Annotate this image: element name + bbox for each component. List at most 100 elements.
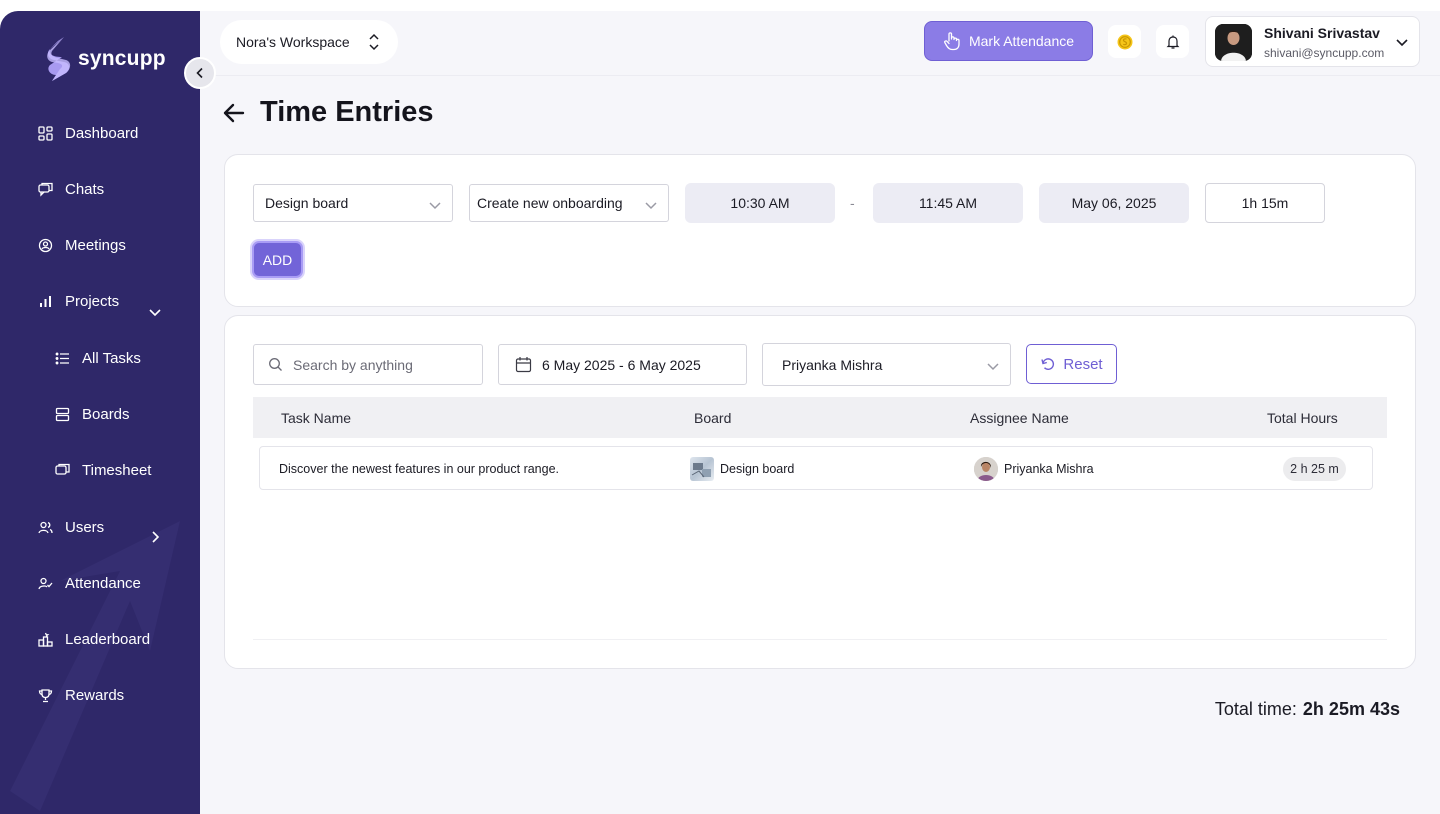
- sidebar-item-boards[interactable]: Boards: [55, 402, 130, 426]
- column-header-total-hours[interactable]: Total Hours: [1267, 410, 1338, 426]
- time-entry-form-card: [224, 154, 1416, 307]
- projects-icon: [38, 294, 53, 309]
- duration-field: 1h 15m: [1205, 183, 1325, 223]
- assignee-filter-value: Priyanka Mishra: [782, 356, 883, 373]
- timesheet-icon: [55, 463, 70, 478]
- attendance-icon: [38, 576, 53, 591]
- sidebar-item-all-tasks[interactable]: All Tasks: [55, 346, 141, 370]
- chat-icon: [38, 182, 53, 197]
- date-field[interactable]: May 06, 2025: [1039, 183, 1189, 223]
- reset-icon: [1041, 358, 1055, 370]
- add-button[interactable]: ADD: [252, 241, 303, 278]
- total-time-label: Total time:: [1214, 699, 1297, 719]
- sidebar-item-label: Leaderboard: [65, 630, 151, 648]
- total-hours-badge: 2 h 25 m: [1283, 457, 1346, 481]
- background-arrow-decoration: [10, 521, 180, 811]
- sidebar-item-dashboard[interactable]: Dashboard: [38, 121, 138, 145]
- chevron-left-icon: [196, 67, 203, 79]
- leaderboard-icon: [38, 632, 53, 647]
- meetings-icon: [38, 238, 53, 253]
- sidebar-item-meetings[interactable]: Meetings: [38, 233, 126, 257]
- board-select-value: Design board: [265, 195, 349, 211]
- sidebar-item-rewards[interactable]: Rewards: [38, 683, 124, 707]
- sidebar-item-label: Users: [65, 518, 105, 536]
- sidebar: syncupp Dashboard Chats Meetings Project…: [0, 11, 200, 814]
- assignee-cell: Priyanka Mishra: [974, 457, 1094, 481]
- start-time-field[interactable]: 10:30 AM: [685, 183, 835, 223]
- board-select[interactable]: Design board: [253, 184, 453, 222]
- sidebar-item-label: Timesheet: [82, 461, 152, 479]
- avatar: [1215, 24, 1252, 61]
- back-arrow-icon[interactable]: [222, 100, 246, 126]
- notifications-button[interactable]: [1156, 25, 1189, 58]
- avatar: [974, 457, 998, 481]
- user-name: Shivani Srivastav: [1264, 25, 1380, 41]
- workspace-name: Nora's Workspace: [236, 34, 350, 50]
- column-header-board[interactable]: Board: [694, 410, 731, 426]
- sidebar-item-label: Boards: [82, 405, 130, 423]
- table-header: Task Name Board Assignee Name Total Hour…: [253, 397, 1387, 438]
- list-icon: [55, 351, 70, 366]
- sidebar-item-timesheet[interactable]: Timesheet: [55, 458, 151, 482]
- users-icon: [38, 520, 53, 535]
- search-icon: [269, 358, 282, 371]
- hand-pointer-icon: [944, 32, 960, 51]
- chevron-down-icon: [1396, 39, 1408, 47]
- sidebar-collapse-button[interactable]: [184, 57, 216, 89]
- mark-attendance-button[interactable]: Mark Attendance: [924, 21, 1093, 61]
- date-range-picker[interactable]: 6 May 2025 - 6 May 2025: [498, 344, 747, 385]
- updown-chevron-icon: [369, 33, 379, 51]
- dashboard-icon: [38, 125, 53, 141]
- calendar-icon: [515, 357, 532, 373]
- assignee-name: Priyanka Mishra: [1004, 462, 1094, 476]
- task-select[interactable]: Create new onboarding: [469, 184, 669, 222]
- user-menu[interactable]: Shivani Srivastav shivani@syncupp.com: [1205, 16, 1420, 67]
- reset-label: Reset: [1063, 355, 1103, 373]
- sidebar-item-label: Chats: [65, 180, 105, 198]
- date-range-value: 6 May 2025 - 6 May 2025: [542, 356, 701, 373]
- sidebar-item-leaderboard[interactable]: Leaderboard: [38, 627, 150, 651]
- user-email: shivani@syncupp.com: [1264, 46, 1385, 60]
- trophy-icon: [38, 688, 53, 703]
- boards-icon: [55, 407, 70, 422]
- chevron-right-icon[interactable]: [148, 530, 162, 544]
- sidebar-item-label: All Tasks: [82, 349, 141, 367]
- column-header-assignee-name[interactable]: Assignee Name: [970, 410, 1069, 426]
- task-name-cell: Discover the newest features in our prod…: [279, 462, 560, 476]
- coins-button[interactable]: [1108, 25, 1141, 58]
- header-divider: [200, 75, 1440, 76]
- search-placeholder: Search by anything: [293, 356, 413, 373]
- chevron-down-icon: [987, 363, 999, 371]
- sidebar-item-label: Dashboard: [65, 124, 139, 142]
- sidebar-item-attendance[interactable]: Attendance: [38, 571, 141, 595]
- sidebar-item-label: Rewards: [65, 686, 125, 704]
- reset-button[interactable]: Reset: [1026, 344, 1117, 384]
- total-time-summary: Total time: 2h 25m 43s: [1215, 699, 1400, 720]
- sidebar-item-chats[interactable]: Chats: [38, 177, 104, 201]
- column-header-task-name[interactable]: Task Name: [281, 410, 351, 426]
- table-row[interactable]: Discover the newest features in our prod…: [259, 446, 1373, 490]
- search-input[interactable]: Search by anything: [253, 344, 483, 385]
- board-name: Design board: [720, 462, 795, 476]
- board-cell: Design board: [690, 457, 794, 481]
- brand-logo[interactable]: syncupp: [44, 35, 166, 83]
- end-time-field[interactable]: 11:45 AM: [873, 183, 1023, 223]
- sidebar-item-users[interactable]: Users: [38, 515, 104, 539]
- task-select-value: Create new onboarding: [477, 195, 623, 211]
- sidebar-item-projects[interactable]: Projects: [38, 289, 119, 313]
- sidebar-item-label: Projects: [65, 292, 120, 310]
- workspace-switcher[interactable]: Nora's Workspace: [220, 20, 398, 64]
- chevron-down-icon: [645, 202, 657, 210]
- brand-name: syncupp: [78, 47, 166, 70]
- sidebar-item-label: Attendance: [65, 574, 141, 592]
- page-title: Time Entries: [260, 96, 434, 128]
- sidebar-item-label: Meetings: [65, 236, 126, 254]
- coin-icon: [1117, 34, 1132, 49]
- board-thumbnail: [690, 457, 714, 481]
- mark-attendance-label: Mark Attendance: [968, 33, 1075, 49]
- assignee-filter-select[interactable]: Priyanka Mishra: [762, 343, 1011, 386]
- bell-icon: [1166, 35, 1179, 49]
- total-time-value: 2h 25m 43s: [1302, 699, 1400, 719]
- chevron-down-icon[interactable]: [148, 305, 162, 319]
- time-separator: -: [850, 195, 855, 211]
